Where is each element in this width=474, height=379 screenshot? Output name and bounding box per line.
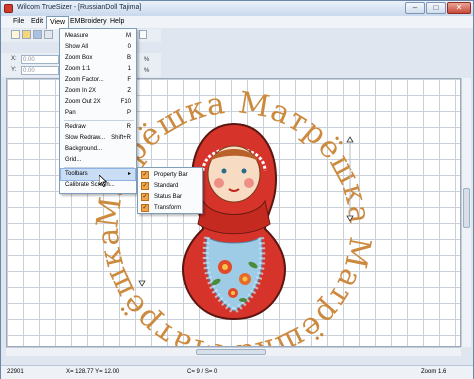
app-icon (4, 4, 13, 13)
status-bar: 22901 X= 128.77 Y= 12.00 C= 9 / S= 0 Zoo… (1, 365, 473, 379)
save-icon[interactable] (33, 30, 42, 39)
vertical-scroll-thumb[interactable] (463, 188, 470, 228)
vertical-scrollbar[interactable] (461, 78, 471, 347)
x-field[interactable]: 0.00 (21, 55, 59, 64)
toolbars-submenu: ✓ Property Bar ✓ Standard ✓ Status Bar ✓… (137, 167, 203, 214)
menu-item-slow-redraw[interactable]: Slow Redraw... Shift+R (61, 133, 135, 144)
menu-item-zoom-factor[interactable]: Zoom Factor... F (61, 75, 135, 86)
menu-bar: File Edit View EMBroidery Help (1, 16, 473, 29)
x-label: X: (11, 56, 17, 62)
minimize-button[interactable]: – (405, 2, 425, 14)
menu-item-redraw[interactable]: Redraw R (61, 122, 135, 133)
menu-item-show-all[interactable]: Show All 0 (61, 42, 135, 53)
horizontal-scrollbar[interactable] (6, 347, 461, 356)
y-field[interactable]: 0.00 (21, 66, 59, 75)
menu-item-zoom-1-1[interactable]: Zoom 1:1 1 (61, 64, 135, 75)
submenu-item-transform[interactable]: ✓ Transform (139, 203, 201, 213)
menu-item-toolbars[interactable]: Toolbars ▸ (60, 168, 136, 181)
menu-help[interactable]: Help (107, 17, 127, 27)
status-stitches: 22901 (7, 369, 24, 375)
menu-separator (64, 120, 134, 121)
open-icon[interactable] (22, 30, 31, 39)
menu-separator (64, 167, 134, 168)
cursor-icon (99, 175, 107, 187)
check-icon: ✓ (141, 193, 149, 201)
menu-item-zoom-box[interactable]: Zoom Box B (61, 53, 135, 64)
menu-item-zoom-out[interactable]: Zoom Out 2X F10 (61, 97, 135, 108)
close-button[interactable]: ✕ (447, 2, 471, 14)
maximize-button[interactable]: □ (426, 2, 446, 14)
percent-label-2: % (144, 68, 150, 74)
submenu-item-property-bar[interactable]: ✓ Property Bar (139, 170, 201, 180)
y-label: Y: (11, 67, 17, 73)
menu-embroidery[interactable]: EMBroidery (67, 17, 110, 27)
menu-item-grid[interactable]: Grid... (61, 155, 135, 166)
app-window: Wilcom TrueSizer - [RussianDoll Tajima] … (0, 0, 474, 379)
title-bar: Wilcom TrueSizer - [RussianDoll Tajima] … (1, 1, 473, 17)
submenu-item-status-bar[interactable]: ✓ Status Bar (139, 192, 201, 202)
menu-item-pan[interactable]: Pan P (61, 108, 135, 119)
status-zoom: Zoom 1.6 (421, 369, 447, 375)
check-icon: ✓ (141, 182, 149, 190)
status-color: C= 9 / S= 0 (187, 369, 218, 375)
menu-edit[interactable]: Edit (28, 17, 46, 27)
menu-item-calibrate-screen[interactable]: Calibrate Screen... (61, 180, 135, 191)
menu-item-background[interactable]: Background... (61, 144, 135, 155)
check-icon: ✓ (141, 204, 149, 212)
submenu-item-standard[interactable]: ✓ Standard (139, 181, 201, 191)
percent-label-1: % (144, 57, 150, 63)
menu-file[interactable]: File (10, 17, 27, 27)
matryoshka-doll (181, 122, 287, 321)
new-icon[interactable] (11, 30, 20, 39)
status-coords: X= 128.77 Y= 12.00 (66, 369, 120, 375)
horizontal-scroll-thumb[interactable] (196, 349, 266, 355)
menu-item-measure[interactable]: Measure M (61, 31, 135, 42)
view-menu-dropdown: Measure M Show All 0 Zoom Box B Zoom 1:1 1 Z… (59, 28, 137, 194)
window-title: Wilcom TrueSizer - [RussianDoll Tajima] (17, 4, 142, 11)
menu-item-zoom-in[interactable]: Zoom In 2X Z (61, 86, 135, 97)
print-icon[interactable] (44, 30, 53, 39)
check-icon: ✓ (141, 171, 149, 179)
toolbar-zoom-icon[interactable] (139, 30, 147, 39)
